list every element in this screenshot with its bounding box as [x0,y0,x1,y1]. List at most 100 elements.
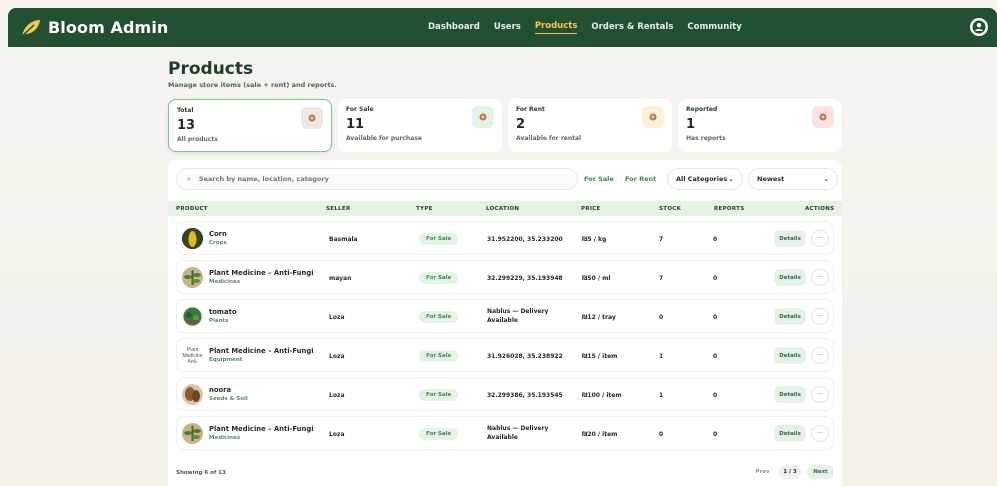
details-button[interactable]: Details [774,425,806,442]
details-button[interactable]: Details [774,347,806,364]
location-line-2: Available [487,317,518,324]
column-header[interactable]: ACTIONS [805,206,834,212]
product-category: Equipment [209,357,243,363]
stat-card-for-sale[interactable]: For Sale 11 Available for purchase [338,99,502,152]
product-category: Medicines [209,279,241,285]
stock: 0 [659,314,664,321]
location: 31.926028, 35.238922 [487,353,563,360]
table-row[interactable]: Plant Medicine – Anti-Fungi Medicines ma… [176,260,834,294]
price: ₪12 / tray [582,314,616,321]
product-thumbnail-broken: Plant Medicine Anti- [182,345,203,366]
reports-count: 0 [713,392,718,399]
type-badge-label: For Sale [426,431,452,437]
stock: 1 [659,353,664,360]
stat-desc: Has reports [686,135,726,142]
table-row[interactable]: Plant Medicine Anti- Plant Medicine – An… [176,338,834,372]
price: ₪50 / ml [582,275,611,282]
more-actions-button[interactable]: ··· [811,425,829,442]
product-category: Plants [209,318,229,324]
details-button[interactable]: Details [774,386,806,403]
stock: 0 [659,431,664,438]
app-title: Bloom Admin [48,18,169,37]
seller-name: Loza [329,431,345,438]
product-name: Plant Medicine – Anti-Fungi [209,425,314,433]
sort-select[interactable]: Newest ⌄ [748,168,838,190]
more-actions-button[interactable]: ··· [811,269,829,286]
search-placeholder: Search by name, location, category [198,175,329,183]
seller-name: Loza [329,314,345,321]
product-category: Seeds & Soil [209,396,248,402]
column-header[interactable]: TYPE [416,206,433,212]
product-name: Plant Medicine – Anti-Fungi [209,347,314,355]
box-icon [301,107,323,129]
brand[interactable]: Bloom Admin [20,18,168,38]
nav-community[interactable]: Community [687,22,741,34]
nav-users[interactable]: Users [494,22,521,34]
seller-name: Loza [329,353,345,360]
column-header[interactable]: STOCK [659,206,681,212]
type-badge: For Sale [419,428,459,440]
column-header[interactable]: REPORTS [714,206,745,212]
seller-name: mayan [329,275,352,282]
stat-card-reported[interactable]: Reported 1 Has reports [678,99,842,152]
table-header: PRODUCT SELLER TYPE LOCATION PRICE STOCK… [168,201,842,216]
nav-orders-rentals[interactable]: Orders & Rentals [591,22,673,34]
product-name: Plant Medicine – Anti-Fungi [209,269,314,277]
sale-icon [472,106,494,128]
broken-image-alt-text: Plant Medicine Anti- [182,347,203,365]
more-actions-button[interactable]: ··· [811,308,829,325]
products-panel: ⌕ Search by name, location, category For… [168,160,842,486]
type-badge: For Sale [419,272,459,284]
category-select-value: All Categories [676,175,728,183]
more-actions-button[interactable]: ··· [811,230,829,247]
table-row[interactable]: Plant Medicine – Anti-Fungi Medicines Lo… [176,416,834,450]
product-category: Crops [209,240,227,246]
price: ₪5 / kg [582,236,607,243]
location: 31.952200, 35.233200 [487,236,563,243]
seller-name: Basmala [329,236,358,243]
stat-card-total[interactable]: Total 13 All products [168,99,332,152]
location: Nablus — Delivery [487,425,549,432]
product-thumbnail [182,306,203,327]
filter-for-rent[interactable]: For Rent [625,168,656,190]
showing-total: 13 [218,470,226,476]
more-actions-button[interactable]: ··· [811,347,829,364]
type-badge-label: For Sale [426,314,452,320]
stat-card-for-rent[interactable]: For Rent 2 Available for rental [508,99,672,152]
details-button[interactable]: Details [774,308,806,325]
stock: 7 [659,236,664,243]
filter-for-sale[interactable]: For Sale [584,168,614,190]
category-select[interactable]: All Categories ⌄ [667,168,743,190]
location: Nablus — Delivery [487,308,549,315]
price: ₪15 / item [582,353,618,360]
product-thumbnail [182,423,203,444]
prev-page-button[interactable]: Prev [750,465,775,479]
search-input[interactable]: ⌕ Search by name, location, category [176,168,578,190]
table-row[interactable]: noora Seeds & Soil Loza For Sale 32.2993… [176,377,834,411]
column-header[interactable]: SELLER [326,206,351,212]
nav-dashboard[interactable]: Dashboard [428,22,480,34]
search-icon: ⌕ [187,174,191,183]
details-button[interactable]: Details [774,230,806,247]
details-button[interactable]: Details [774,269,806,286]
type-badge: For Sale [419,389,459,401]
leaf-logo-icon [21,19,40,37]
table-row[interactable]: tomato Plants Loza For Sale Nablus — Del… [176,299,834,333]
column-header[interactable]: LOCATION [486,206,519,212]
table-row[interactable]: Corn Crops Basmala For Sale 31.952200, 3… [176,221,834,255]
type-badge-label: For Sale [426,353,452,359]
seller-name: Loza [329,392,345,399]
location: 32.299229, 35.193948 [487,275,563,282]
next-page-button[interactable]: Next [807,465,834,479]
rent-icon [642,106,664,128]
stat-desc: All products [177,136,218,143]
user-avatar-button[interactable] [970,18,988,36]
stat-desc: Available for purchase [346,135,422,142]
stat-desc: Available for rental [516,135,582,142]
column-header[interactable]: PRODUCT [176,206,208,212]
column-header[interactable]: PRICE [581,206,601,212]
type-badge: For Sale [419,311,459,323]
showing-of: of [210,470,217,476]
nav-products[interactable]: Products [534,21,578,34]
more-actions-button[interactable]: ··· [811,386,829,403]
